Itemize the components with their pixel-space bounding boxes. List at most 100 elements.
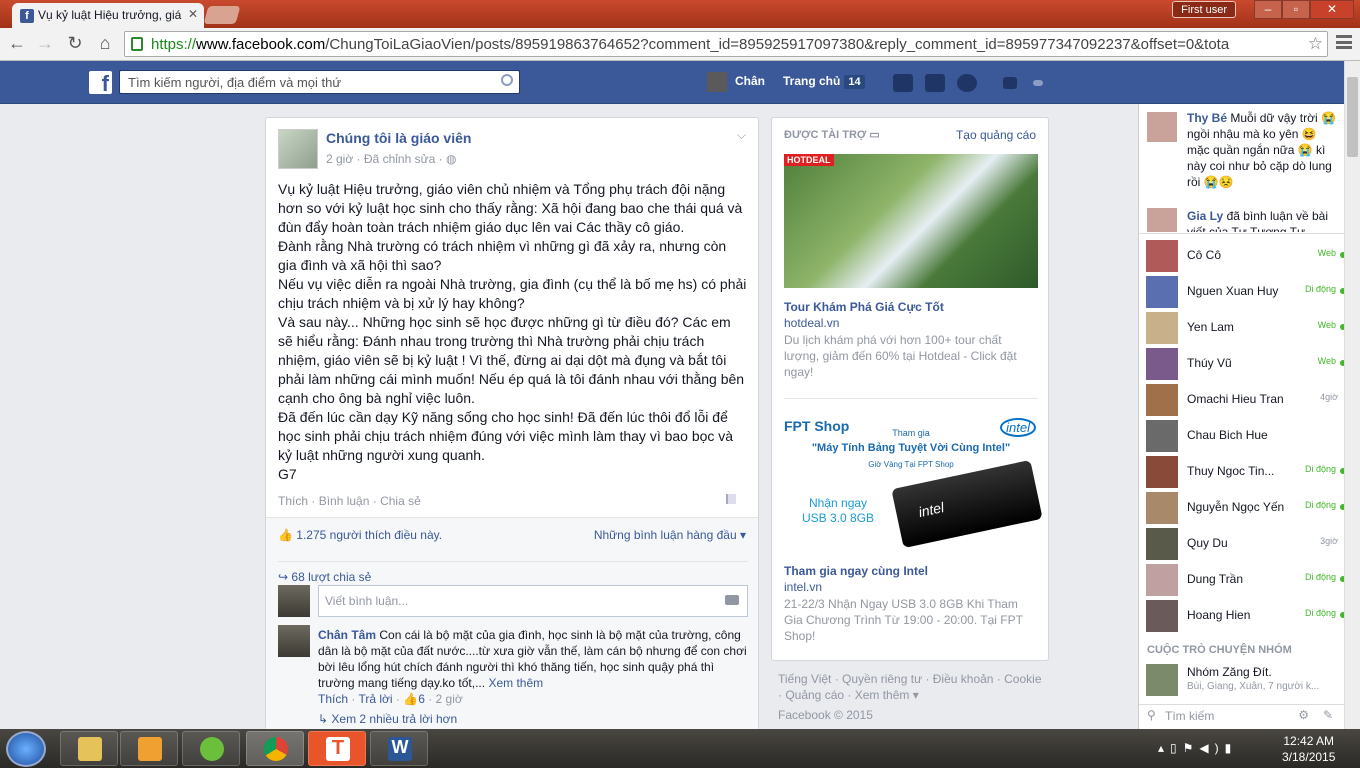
new-message-icon[interactable]: ✎ (1323, 708, 1333, 722)
system-tray[interactable]: ▴▯⚑◀)▮ (1158, 741, 1237, 755)
scrollbar-thumb[interactable] (1347, 77, 1358, 157)
network-icon[interactable]: ▮ (1225, 741, 1238, 755)
comment-author[interactable]: Chân Tâm (318, 628, 376, 642)
comment-button[interactable]: Bình luận (319, 494, 370, 508)
home-count-badge: 14 (844, 75, 865, 89)
chat-contact[interactable]: Nguen Xuan Huy Di động (1146, 274, 1346, 310)
avatar[interactable] (1147, 112, 1177, 142)
bookmark-star-icon[interactable]: ☆ (1308, 34, 1323, 54)
ad-title[interactable]: Tour Khám Phá Giá Cực Tốt (784, 300, 944, 314)
post-actions: Thích · Bình luận · Chia sẻ (278, 494, 421, 508)
ad-image-waterfall[interactable]: HOTDEAL (784, 154, 1038, 288)
home-link[interactable]: Trang chủ 14 (783, 74, 865, 89)
chat-contact[interactable]: Nguyễn Ngọc Yến Di động (1146, 490, 1346, 526)
ad-image-intel[interactable]: FPT Shop intel Tham gia "Máy Tính Bảng T… (784, 414, 1043, 554)
comment-reply-button[interactable]: Trả lời (358, 692, 392, 706)
taskbar-word-button[interactable]: W (370, 731, 428, 766)
share-button[interactable]: Chia sẻ (380, 494, 421, 508)
edited-label[interactable]: Đã chỉnh sửa (364, 152, 435, 166)
post-options-chevron-down-icon[interactable]: ⌵ (737, 128, 746, 143)
contact-status: Web (1317, 320, 1336, 330)
minimize-button[interactable]: – (1254, 0, 1282, 19)
gear-icon[interactable]: ⚙ (1298, 708, 1309, 722)
chat-contact[interactable]: Cô Cô Web (1146, 238, 1346, 274)
friend-requests-icon[interactable] (893, 74, 913, 92)
chat-search-input[interactable]: ⚲ Tìm kiếm ⚙ ✎ (1139, 704, 1345, 729)
chat-contact[interactable]: Dung Trần Di động (1146, 562, 1346, 598)
comment-time[interactable]: 2 giờ (436, 692, 463, 706)
chevron-up-icon[interactable]: ▴ (1158, 741, 1170, 755)
contact-status: Web (1317, 356, 1336, 366)
taskbar-coccoc-button[interactable] (182, 731, 240, 766)
battery-icon[interactable]: ▯ (1170, 741, 1183, 755)
privacy-shortcuts-icon[interactable] (1003, 77, 1017, 89)
taskbar-unikey-button[interactable]: T (308, 731, 366, 766)
close-window-button[interactable]: ✕ (1310, 0, 1354, 19)
avatar[interactable] (278, 625, 310, 657)
profile-link[interactable]: Chân (707, 72, 765, 92)
avatar[interactable] (1147, 208, 1177, 232)
browser-menu-icon[interactable] (1336, 35, 1352, 49)
ad-title[interactable]: Tham gia ngay cùng Intel (784, 564, 928, 578)
chat-contact[interactable]: Yen Lam Web (1146, 310, 1346, 346)
top-comments-dropdown[interactable]: Những bình luận hàng đầu ▾ (594, 528, 746, 542)
comment-input[interactable]: Viết bình luận... (318, 585, 748, 617)
close-tab-icon[interactable]: ✕ (188, 7, 198, 21)
reload-icon[interactable]: ↻ (64, 33, 86, 54)
avatar[interactable] (278, 585, 310, 617)
messages-icon[interactable] (925, 74, 945, 92)
home-icon[interactable]: ⌂ (94, 33, 116, 54)
forward-icon[interactable]: → (34, 33, 56, 54)
user-name: Chân (735, 74, 765, 89)
chat-contact[interactable]: Thuy Ngoc Tin... Di động (1146, 454, 1346, 490)
view-more-replies-link[interactable]: ↳ Xem 2 nhiều trả lời hơn (318, 712, 457, 726)
chat-contact[interactable]: Thúy Vũ Web (1146, 346, 1346, 382)
likes-summary[interactable]: 👍 1.275 người thích điều này. (278, 528, 442, 542)
post-time[interactable]: 2 giờ (326, 152, 353, 166)
thumbs-up-icon: 👍 (403, 692, 419, 706)
chat-contact[interactable]: Chau Bich Hue (1146, 418, 1338, 454)
clock[interactable]: 12:42 AM 3/18/2015 (1282, 733, 1335, 765)
chat-contact[interactable]: Quy Du 3giờ (1146, 526, 1338, 562)
lock-icon (131, 37, 143, 51)
ticker-item[interactable]: Thy Bé Muỗi dữ vậy trời 😭 ngồi nhậu mà k… (1187, 110, 1337, 190)
flag-icon[interactable]: ⚑ (1183, 741, 1200, 755)
shares-summary[interactable]: ↪ 68 lượt chia sẻ (278, 561, 748, 584)
footer-line[interactable]: Tiếng Việt · Quyền riêng tư · Điều khoản… (778, 671, 1048, 703)
like-button[interactable]: Thích (278, 494, 308, 508)
facebook-logo-icon[interactable]: f (89, 71, 112, 96)
taskbar-media-player-button[interactable] (120, 731, 178, 766)
browser-tab-active[interactable]: f Vụ kỷ luật Hiệu trưởng, giá ✕ (12, 3, 204, 28)
maximize-button[interactable]: ▫ (1282, 0, 1310, 19)
new-tab-button[interactable] (203, 6, 241, 24)
see-more-link[interactable]: Xem thêm (488, 676, 543, 690)
page-scrollbar[interactable] (1344, 61, 1360, 729)
start-button[interactable] (6, 731, 46, 767)
chat-contact[interactable]: Omachi Hieu Tran 4giờ (1146, 382, 1338, 418)
notifications-icon[interactable] (957, 74, 977, 92)
chat-contact[interactable]: Hoang Hien Di động (1146, 598, 1346, 634)
search-placeholder: Tìm kiếm người, địa điểm và mọi thứ (128, 75, 342, 90)
group-members: Bùi, Giang, Xuân, 7 người k... (1187, 681, 1320, 692)
profile-badge[interactable]: First user (1172, 1, 1236, 18)
ticker-item[interactable]: Gia Ly đã bình luận về bài viết của Tư T… (1187, 208, 1337, 232)
ad-host[interactable]: intel.vn (784, 580, 822, 594)
contact-status: 4giờ (1320, 392, 1338, 402)
comment-likes-count[interactable]: 6 (418, 692, 425, 706)
volume-icon[interactable]: ◀) (1199, 741, 1224, 755)
group-chat-item[interactable]: Nhóm Zăng Đít. Bùi, Giang, Xuân, 7 người… (1146, 662, 1338, 698)
ad-host[interactable]: hotdeal.vn (784, 316, 839, 330)
back-icon[interactable]: ← (6, 33, 28, 54)
search-input[interactable]: Tìm kiếm người, địa điểm và mọi thứ (119, 70, 520, 94)
address-bar[interactable]: https://www.facebook.com/ChungToiLaGiaoV… (124, 31, 1328, 57)
taskbar-chrome-button[interactable] (246, 731, 304, 766)
flag-icon[interactable] (726, 494, 736, 504)
search-icon[interactable] (501, 74, 513, 86)
account-menu-chevron-down-icon[interactable] (1033, 80, 1043, 86)
taskbar-explorer-button[interactable] (60, 731, 118, 766)
comment-like-button[interactable]: Thích (318, 692, 348, 706)
camera-icon[interactable] (725, 595, 739, 605)
page-avatar[interactable] (278, 129, 318, 169)
page-name-link[interactable]: Chúng tôi là giáo viên (326, 130, 471, 146)
create-ad-link[interactable]: Tạo quảng cáo (956, 128, 1036, 142)
